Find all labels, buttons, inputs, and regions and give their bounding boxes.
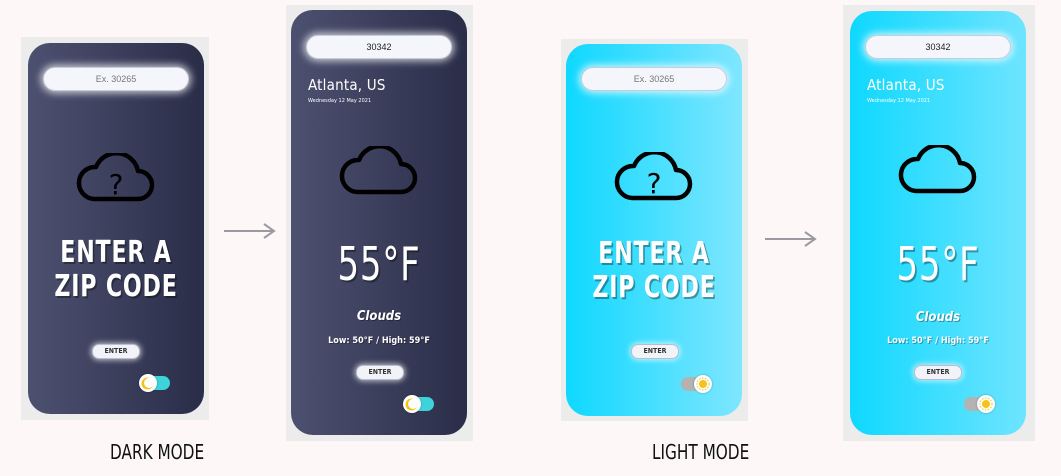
sun-icon	[694, 375, 712, 393]
enter-button[interactable]: ENTER	[356, 365, 404, 380]
date-label: Wednesday 12 May 2021	[308, 98, 372, 104]
title-line-2: ZIP CODE	[592, 270, 716, 305]
zip-search-input[interactable]: 30342	[865, 35, 1011, 59]
enter-zip-title: ENTER A ZIP CODE	[44, 236, 188, 304]
theme-toggle[interactable]	[403, 395, 434, 413]
title-line-2: ZIP CODE	[54, 269, 178, 304]
zip-search-input[interactable]: Ex. 30265	[581, 67, 727, 91]
low-high-temps: Low: 50°F / High: 59°F	[328, 336, 430, 346]
arrow-right-icon	[765, 231, 817, 247]
cloud-icon	[339, 146, 418, 195]
unknown-weather-cloud-icon: ?	[614, 152, 693, 201]
enter-button[interactable]: ENTER	[914, 365, 962, 380]
light-result-screen: 30342 Atlanta, US Wednesday 12 May 2021 …	[850, 11, 1026, 435]
temperature: 55°F	[896, 237, 980, 291]
light-mode-caption: LIGHT MODE	[652, 440, 750, 464]
zip-search-input[interactable]: Ex. 30265	[43, 67, 189, 91]
title-line-1: ENTER A	[598, 236, 710, 271]
moon-icon	[139, 374, 157, 392]
weather-condition: Clouds	[356, 309, 402, 324]
light-empty-screen: Ex. 30265 ? ENTER A ZIP CODE ENTER	[566, 44, 742, 416]
svg-text:?: ?	[647, 167, 662, 200]
enter-zip-title: ENTER A ZIP CODE	[582, 237, 726, 305]
moon-icon	[403, 395, 421, 413]
date-label: Wednesday 12 May 2021	[867, 98, 931, 104]
zip-search-input[interactable]: 30342	[306, 35, 452, 59]
svg-text:?: ?	[109, 168, 124, 201]
temperature: 55°F	[337, 237, 421, 291]
unknown-weather-cloud-icon: ?	[76, 153, 155, 202]
theme-toggle[interactable]	[139, 374, 170, 392]
low-high-temps: Low: 50°F / High: 59°F	[887, 336, 989, 346]
city-label: Atlanta, US	[308, 76, 386, 94]
enter-button[interactable]: ENTER	[92, 344, 140, 359]
title-line-1: ENTER A	[60, 235, 172, 270]
city-label: Atlanta, US	[867, 76, 945, 94]
cloud-icon	[898, 145, 977, 194]
theme-toggle[interactable]	[681, 375, 712, 393]
weather-condition: Clouds	[915, 310, 961, 325]
sun-icon	[977, 395, 995, 413]
arrow-right-icon	[224, 223, 276, 239]
dark-mode-caption: DARK MODE	[110, 440, 205, 464]
enter-button[interactable]: ENTER	[631, 344, 679, 359]
theme-toggle[interactable]	[964, 395, 995, 413]
dark-result-screen: 30342 Atlanta, US Wednesday 12 May 2021 …	[291, 10, 467, 435]
dark-empty-screen: Ex. 30265 ? ENTER A ZIP CODE ENTER	[28, 43, 204, 414]
